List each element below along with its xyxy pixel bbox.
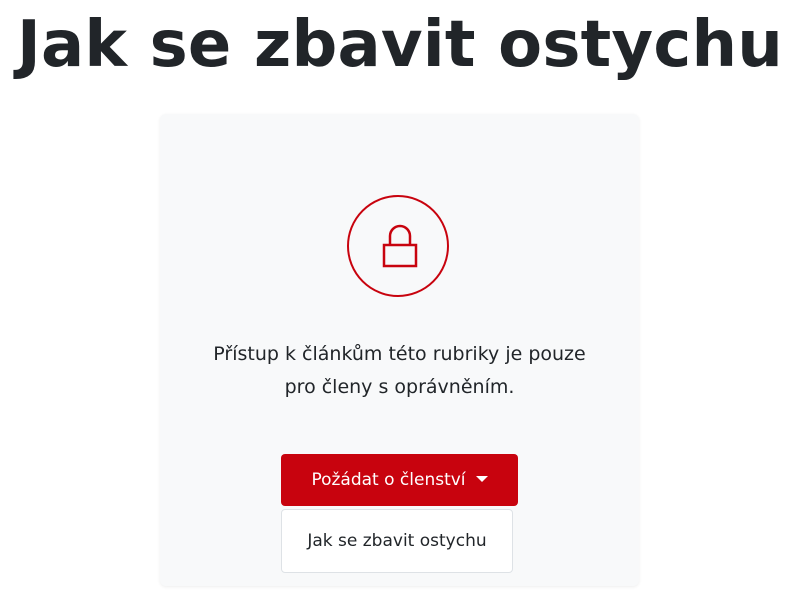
dropdown-item-rubric[interactable]: Jak se zbavit ostychu <box>282 510 512 572</box>
request-membership-button[interactable]: Požádat o členství <box>281 454 518 506</box>
lock-badge <box>347 195 449 297</box>
lock-icon <box>382 224 418 268</box>
dropdown-menu-entry: Jak se zbavit ostychu <box>282 510 512 572</box>
access-message: Přístup k článkům této rubriky je pouze … <box>213 343 586 398</box>
membership-dropdown-menu: Jak se zbavit ostychu <box>281 509 513 573</box>
page: Jak se zbavit ostychu Přístup k článkům … <box>0 0 806 606</box>
access-restricted-card: Přístup k článkům této rubriky je pouze … <box>160 114 639 586</box>
caret-down-icon <box>475 476 488 482</box>
page-title: Jak se zbavit ostychu <box>16 8 784 82</box>
request-membership-label: Požádat o členství <box>311 470 466 490</box>
